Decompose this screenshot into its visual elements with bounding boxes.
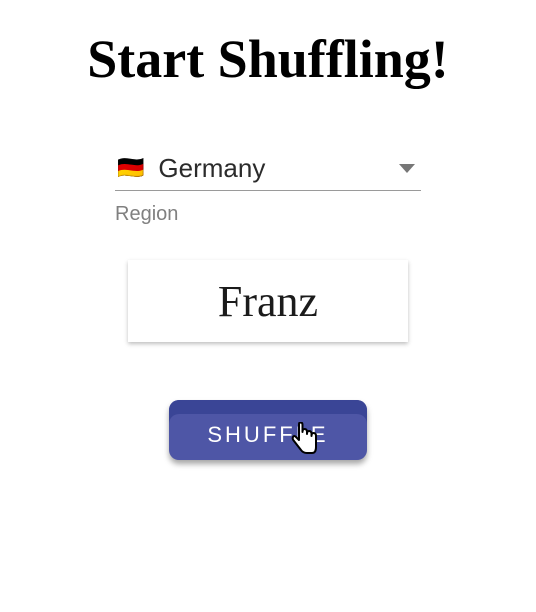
shuffle-button[interactable]: SHUFFLE <box>169 400 367 460</box>
chevron-down-icon <box>399 164 415 173</box>
germany-flag-icon: 🇩🇪 <box>117 157 144 179</box>
region-select[interactable]: 🇩🇪 Germany Region <box>115 146 421 226</box>
result-name: Franz <box>218 276 318 327</box>
page-title: Start Shuffling! <box>87 28 449 90</box>
result-card: Franz <box>128 260 408 342</box>
region-select-label: Region <box>115 203 421 226</box>
region-select-row[interactable]: 🇩🇪 Germany <box>115 146 421 191</box>
region-select-value: Germany <box>158 153 399 184</box>
shuffle-button-label: SHUFFLE <box>207 422 328 448</box>
